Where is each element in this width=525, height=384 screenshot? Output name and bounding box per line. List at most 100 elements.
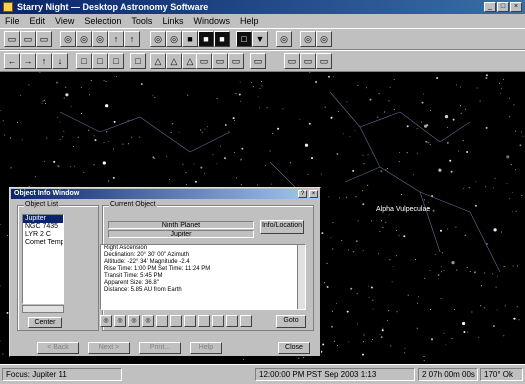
center-button[interactable]: Center xyxy=(28,317,62,328)
toolbar2-button-9[interactable]: △ xyxy=(166,53,182,69)
star xyxy=(63,97,65,99)
star xyxy=(216,98,218,100)
toolbar2-button-17[interactable]: ▭ xyxy=(316,53,332,69)
toolbar1-button-17[interactable]: ◎ xyxy=(316,31,332,47)
toolbar2-button-16[interactable]: ▭ xyxy=(300,53,316,69)
dialog-tool-button-6[interactable] xyxy=(184,315,196,327)
menu-item-windows[interactable]: Windows xyxy=(188,14,235,28)
toolbar1-button-15[interactable]: ◎ xyxy=(276,31,292,47)
star xyxy=(515,169,516,171)
toolbar1-button-4[interactable]: ◎ xyxy=(76,31,92,47)
menu-item-tools[interactable]: Tools xyxy=(126,14,157,28)
toolbar1-button-3[interactable]: ◎ xyxy=(60,31,76,47)
toolbar2-button-7[interactable]: □ xyxy=(130,53,146,69)
toolbar2-button-0[interactable]: ← xyxy=(4,53,20,69)
toolbar1-button-0[interactable]: ▭ xyxy=(4,31,20,47)
maximize-button[interactable]: □ xyxy=(497,2,509,12)
help-button[interactable]: Help xyxy=(190,342,222,354)
object-list-item[interactable]: NGC 7435 xyxy=(23,223,63,231)
star xyxy=(440,266,442,268)
toolbar2-button-12[interactable]: ▭ xyxy=(212,53,228,69)
dialog-tool-button-5[interactable] xyxy=(170,315,182,327)
toolbar1-button-1[interactable]: ▭ xyxy=(20,31,36,47)
toolbar2-button-1[interactable]: → xyxy=(20,53,36,69)
dialog-tool-button-9[interactable] xyxy=(226,315,238,327)
toolbar1-button-2[interactable]: ▭ xyxy=(36,31,52,47)
star xyxy=(338,111,340,112)
toolbar2-button-5[interactable]: □ xyxy=(92,53,108,69)
toolbar2-button-13[interactable]: ▭ xyxy=(228,53,244,69)
dialog-tool-button-0[interactable]: ◎ xyxy=(100,315,112,327)
toolbar1-button-10[interactable]: ■ xyxy=(182,31,198,47)
toolbar1-button-14[interactable]: ▼ xyxy=(252,31,268,47)
dialog-tool-button-3[interactable]: ◎ xyxy=(142,315,154,327)
close-dialog-button[interactable]: Close xyxy=(278,342,310,354)
menu-item-file[interactable]: File xyxy=(0,14,25,28)
star xyxy=(434,254,436,256)
star xyxy=(396,311,398,313)
star xyxy=(103,80,105,82)
goto-button[interactable]: Goto xyxy=(276,315,306,328)
toolbar2-button-15[interactable]: ▭ xyxy=(284,53,300,69)
help-icon[interactable]: ? xyxy=(298,190,307,198)
star xyxy=(56,81,58,84)
object-list-item[interactable]: Comet Tempel xyxy=(23,239,63,247)
object-list[interactable]: JupiterNGC 7435LYR 2 CComet Tempel xyxy=(22,214,64,304)
star xyxy=(251,82,253,84)
toolbar2-button-4[interactable]: □ xyxy=(76,53,92,69)
menu-item-view[interactable]: View xyxy=(50,14,79,28)
star xyxy=(152,94,154,96)
dialog-close-icon[interactable]: × xyxy=(309,190,318,198)
toolbar1-button-11[interactable]: ■ xyxy=(198,31,214,47)
toolbar1-button-6[interactable]: ↑ xyxy=(108,31,124,47)
object-list-item[interactable]: LYR 2 C xyxy=(23,231,63,239)
print-button[interactable]: Print... xyxy=(139,342,181,354)
toolbar1-button-5[interactable]: ◎ xyxy=(92,31,108,47)
toolbar1-button-9[interactable]: ◎ xyxy=(166,31,182,47)
toolbar1-button-7[interactable]: ↑ xyxy=(124,31,140,47)
star xyxy=(83,171,85,173)
toolbar2-button-8[interactable]: △ xyxy=(150,53,166,69)
star xyxy=(392,266,394,268)
toolbar2-button-2[interactable]: ↑ xyxy=(36,53,52,69)
toolbar2-button-3[interactable]: ↓ xyxy=(52,53,68,69)
toolbar2-button-14[interactable]: ▭ xyxy=(250,53,266,69)
object-list-item[interactable]: Jupiter xyxy=(23,215,63,223)
dialog-tool-button-4[interactable] xyxy=(156,315,168,327)
toolbar2-button-11[interactable]: ▭ xyxy=(196,53,212,69)
minimize-button[interactable]: _ xyxy=(484,2,496,12)
menu-item-help[interactable]: Help xyxy=(235,14,264,28)
star xyxy=(423,360,425,362)
info-location-button[interactable]: Info/Location xyxy=(260,220,304,234)
toolbar1-button-16[interactable]: ◎ xyxy=(300,31,316,47)
star xyxy=(420,121,422,123)
list-scrollbar[interactable] xyxy=(22,305,64,313)
star xyxy=(401,194,403,195)
dialog-tool-button-7[interactable] xyxy=(198,315,210,327)
star xyxy=(485,74,488,77)
toolbar1-button-13[interactable]: □ xyxy=(236,31,252,47)
menu-item-edit[interactable]: Edit xyxy=(25,14,51,28)
dialog-tool-button-1[interactable]: ◎ xyxy=(114,315,126,327)
star xyxy=(428,142,430,144)
star xyxy=(113,148,114,150)
next-button[interactable]: Next > xyxy=(88,342,130,354)
star xyxy=(502,78,504,80)
star xyxy=(2,120,4,122)
dialog-tool-button-10[interactable] xyxy=(240,315,252,327)
star xyxy=(368,296,370,298)
star xyxy=(200,129,202,131)
info-scrollbar[interactable] xyxy=(297,245,305,309)
dialog-tool-button-2[interactable]: ◎ xyxy=(128,315,140,327)
star xyxy=(212,154,214,156)
back-button[interactable]: < Back xyxy=(37,342,79,354)
menu-item-selection[interactable]: Selection xyxy=(79,14,126,28)
toolbar2-button-6[interactable]: □ xyxy=(108,53,124,69)
toolbar1-button-8[interactable]: ◎ xyxy=(150,31,166,47)
toolbar1-button-12[interactable]: ■ xyxy=(214,31,230,47)
star xyxy=(424,277,426,279)
star xyxy=(77,136,79,138)
close-button[interactable]: × xyxy=(510,2,522,12)
dialog-tool-button-8[interactable] xyxy=(212,315,224,327)
menu-item-links[interactable]: Links xyxy=(157,14,188,28)
